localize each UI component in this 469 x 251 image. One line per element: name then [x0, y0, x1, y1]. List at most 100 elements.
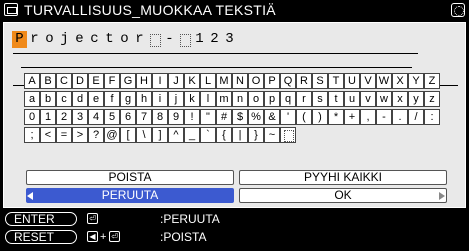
keyboard-key[interactable]: : — [424, 109, 440, 125]
keyboard-key[interactable]: \ — [136, 127, 152, 143]
keyboard-key[interactable]: v — [360, 91, 376, 107]
keyboard-key[interactable]: J — [168, 73, 184, 89]
keyboard-key[interactable]: 5 — [104, 109, 120, 125]
keyboard-key[interactable]: > — [72, 127, 88, 143]
keyboard-key[interactable]: ? — [88, 127, 104, 143]
keyboard-key[interactable]: F — [104, 73, 120, 89]
keyboard-key[interactable]: w — [376, 91, 392, 107]
keyboard-key[interactable]: E — [88, 73, 104, 89]
keyboard-key[interactable]: 3 — [72, 109, 88, 125]
keyboard-key[interactable]: & — [264, 109, 280, 125]
keyboard-key[interactable]: t — [328, 91, 344, 107]
keyboard-key[interactable]: u — [344, 91, 360, 107]
keyboard-key[interactable]: P — [264, 73, 280, 89]
keyboard-key[interactable]: l — [200, 91, 216, 107]
keyboard-key[interactable]: + — [344, 109, 360, 125]
keyboard-key[interactable]: c — [56, 91, 72, 107]
keyboard-key[interactable]: j — [168, 91, 184, 107]
keyboard-key[interactable]: s — [312, 91, 328, 107]
keyboard-key[interactable]: } — [248, 127, 264, 143]
keyboard-key[interactable]: ~ — [264, 127, 280, 143]
keyboard-key[interactable]: R — [296, 73, 312, 89]
keyboard-key[interactable]: x — [392, 91, 408, 107]
keyboard-key[interactable]: O — [248, 73, 264, 89]
keyboard-key[interactable]: a — [24, 91, 40, 107]
keyboard-key[interactable]: o — [248, 91, 264, 107]
keyboard-key[interactable]: r — [296, 91, 312, 107]
ok-button-label: OK — [334, 188, 352, 202]
keyboard-key[interactable]: % — [248, 109, 264, 125]
keyboard-key[interactable]: 9 — [168, 109, 184, 125]
keyboard-key[interactable]: ` — [200, 127, 216, 143]
keyboard-key[interactable]: V — [360, 73, 376, 89]
keyboard-key[interactable]: S — [312, 73, 328, 89]
keyboard-key[interactable]: " — [200, 109, 216, 125]
keyboard-key[interactable]: N — [232, 73, 248, 89]
keyboard-key[interactable]: M — [216, 73, 232, 89]
keyboard-key[interactable]: * — [328, 109, 344, 125]
keyboard-key[interactable]: p — [264, 91, 280, 107]
keyboard-key[interactable]: A — [24, 73, 40, 89]
keyboard-key[interactable]: 6 — [120, 109, 136, 125]
keyboard-key[interactable]: [ — [120, 127, 136, 143]
keyboard-key[interactable]: f — [104, 91, 120, 107]
keyboard-key[interactable]: 2 — [56, 109, 72, 125]
keyboard-key[interactable]: U — [344, 73, 360, 89]
keyboard-key[interactable]: ^ — [168, 127, 184, 143]
keyboard-key[interactable]: h — [136, 91, 152, 107]
keyboard-key[interactable]: L — [200, 73, 216, 89]
clear-all-button[interactable]: PYYHI KAIKKI — [239, 170, 447, 185]
keyboard-key[interactable]: B — [40, 73, 56, 89]
keyboard-key[interactable]: 7 — [136, 109, 152, 125]
keyboard-key[interactable]: Y — [408, 73, 424, 89]
keyboard-key[interactable]: Q — [280, 73, 296, 89]
keyboard-key[interactable]: b — [40, 91, 56, 107]
keyboard-key[interactable]: 4 — [88, 109, 104, 125]
keyboard-key[interactable]: Z — [424, 73, 440, 89]
keyboard-key[interactable]: q — [280, 91, 296, 107]
keyboard-key[interactable]: D — [72, 73, 88, 89]
keyboard-key[interactable]: y — [408, 91, 424, 107]
keyboard-key[interactable]: < — [40, 127, 56, 143]
keyboard-key[interactable]: ; — [24, 127, 40, 143]
keyboard-key[interactable]: / — [408, 109, 424, 125]
keyboard-key[interactable]: C — [56, 73, 72, 89]
keyboard-key[interactable]: e — [88, 91, 104, 107]
keyboard-key[interactable]: W — [376, 73, 392, 89]
keyboard-key[interactable]: z — [424, 91, 440, 107]
keyboard-key[interactable]: K — [184, 73, 200, 89]
cancel-button[interactable]: PERUUTA — [26, 188, 234, 203]
keyboard-key[interactable]: m — [216, 91, 232, 107]
keyboard-key[interactable]: H — [136, 73, 152, 89]
keyboard-key[interactable]: n — [232, 91, 248, 107]
ok-button[interactable]: OK — [239, 188, 447, 203]
keyboard-key-space[interactable] — [280, 127, 296, 143]
keyboard-key[interactable]: ] — [152, 127, 168, 143]
keyboard-key[interactable]: = — [56, 127, 72, 143]
keyboard-key[interactable]: 0 — [24, 109, 40, 125]
keyboard-key[interactable]: g — [120, 91, 136, 107]
keyboard-key[interactable]: ' — [280, 109, 296, 125]
keyboard-key[interactable]: # — [216, 109, 232, 125]
keyboard-key[interactable]: { — [216, 127, 232, 143]
keyboard-key[interactable]: . — [392, 109, 408, 125]
keyboard-key[interactable]: i — [152, 91, 168, 107]
keyboard-key[interactable]: | — [232, 127, 248, 143]
keyboard-key[interactable]: G — [120, 73, 136, 89]
keyboard-key[interactable]: ! — [184, 109, 200, 125]
keyboard-key[interactable]: @ — [104, 127, 120, 143]
keyboard-key[interactable]: X — [392, 73, 408, 89]
keyboard-key[interactable]: k — [184, 91, 200, 107]
keyboard-key[interactable]: $ — [232, 109, 248, 125]
keyboard-key[interactable]: _ — [184, 127, 200, 143]
keyboard-key[interactable]: ( — [296, 109, 312, 125]
keyboard-key[interactable]: , — [360, 109, 376, 125]
keyboard-key[interactable]: d — [72, 91, 88, 107]
keyboard-key[interactable]: T — [328, 73, 344, 89]
keyboard-key[interactable]: 1 — [40, 109, 56, 125]
keyboard-key[interactable]: ) — [312, 109, 328, 125]
keyboard-key[interactable]: - — [376, 109, 392, 125]
keyboard-key[interactable]: I — [152, 73, 168, 89]
delete-button[interactable]: POISTA — [26, 170, 234, 185]
keyboard-key[interactable]: 8 — [152, 109, 168, 125]
